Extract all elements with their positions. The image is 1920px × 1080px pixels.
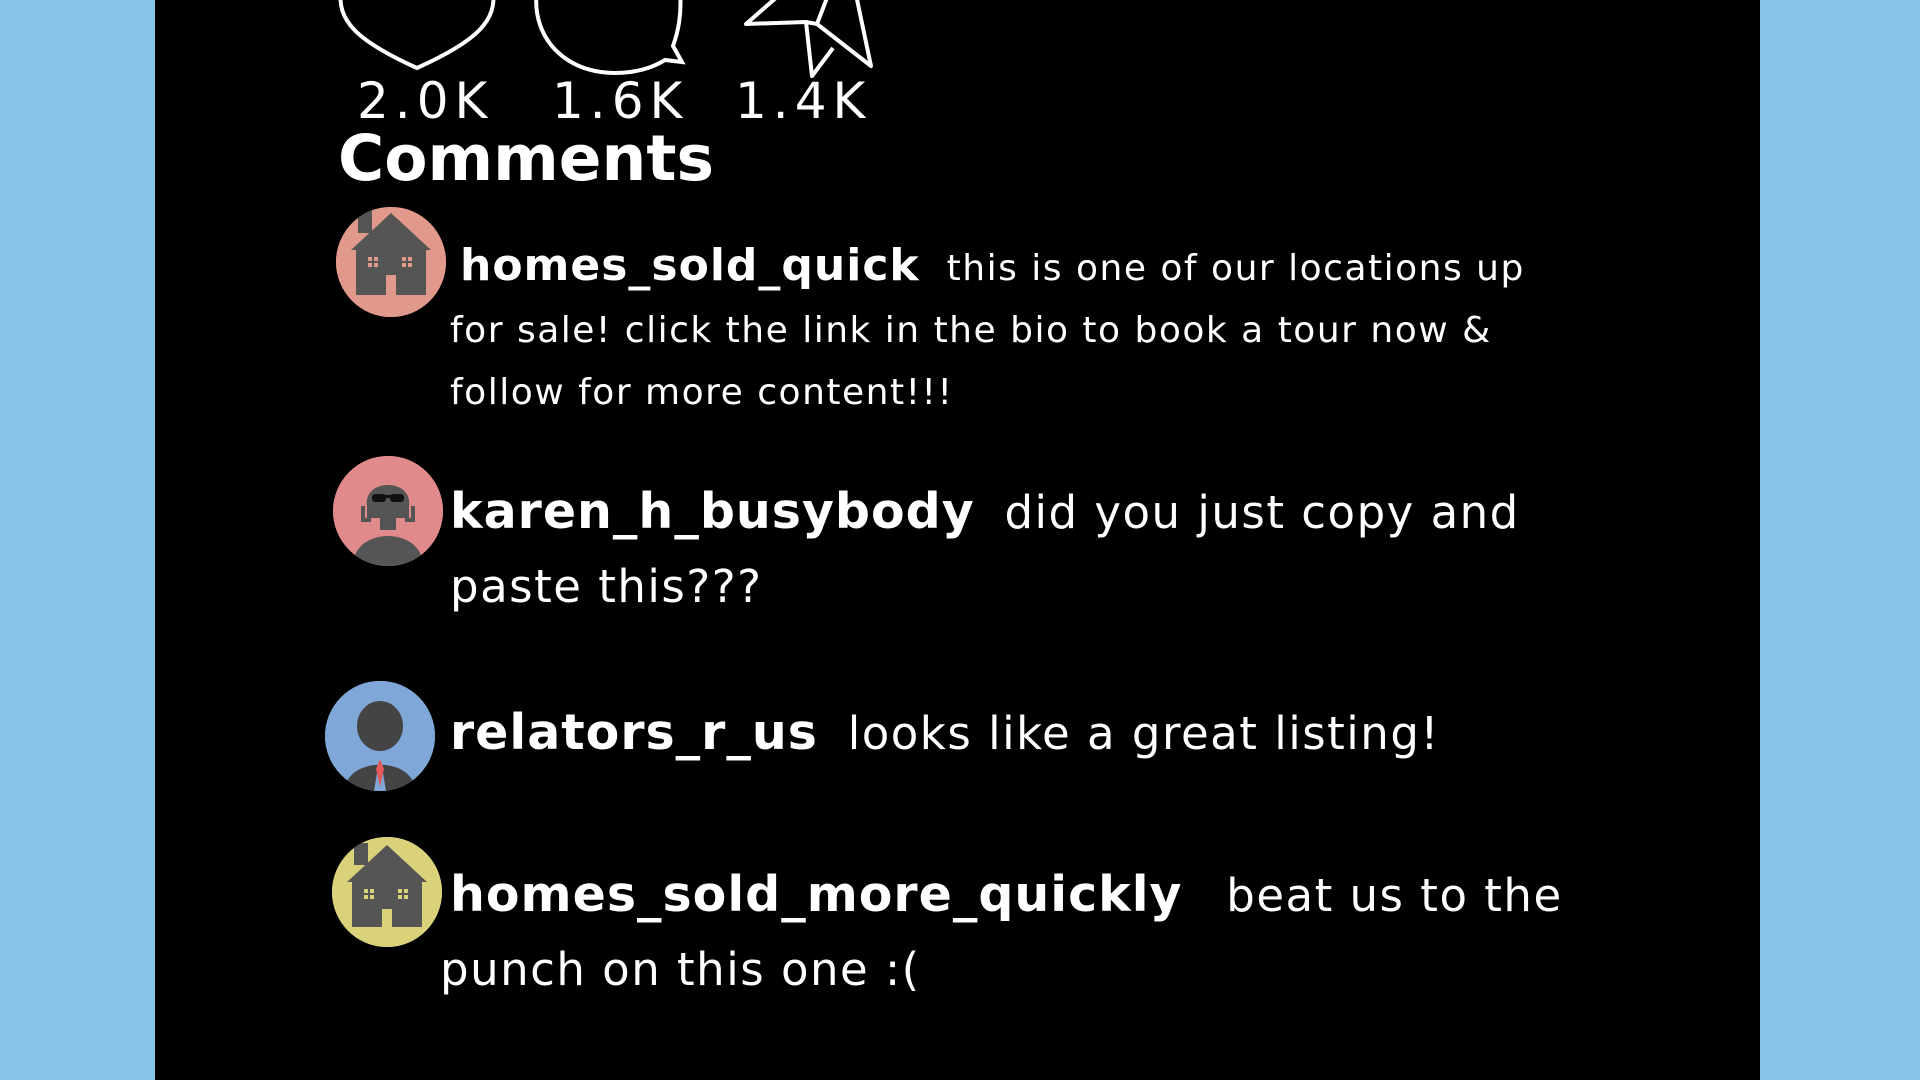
comment: homes_sold_quick this is one of our loca… [450,235,1580,424]
businessman-icon [325,681,435,791]
comment: homes_sold_more_quickly beat us to the p… [440,858,1610,1007]
comment-bubble-icon[interactable] [530,0,700,80]
comment-username[interactable]: homes_sold_quick [460,240,920,291]
like-action[interactable]: 2.0K [335,0,505,130]
comment-username[interactable]: homes_sold_more_quickly [450,866,1182,923]
comments-heading: Comments [338,122,715,195]
avatar[interactable] [333,456,443,566]
comment-action[interactable]: 1.6K [530,0,700,130]
comment-text: looks like a great listing! [847,707,1440,760]
comment-username[interactable]: karen_h_busybody [450,483,975,540]
share-arrow-icon[interactable] [715,0,915,80]
avatar[interactable] [336,207,446,317]
comment-username[interactable]: relators_r_us [450,704,818,761]
comment: karen_h_busybody did you just copy and p… [450,475,1600,624]
woman-sunglasses-icon [333,456,443,566]
house-icon [332,837,442,947]
share-count: 1.4K [735,72,872,130]
avatar[interactable] [332,837,442,947]
comment: relators_r_us looks like a great listing… [450,696,1600,771]
house-icon [336,207,446,317]
share-action[interactable]: 1.4K [715,0,915,130]
avatar[interactable] [325,681,435,791]
post-panel: 2.0K 1.6K 1.4K Comments homes_sold_quick… [155,0,1760,1080]
heart-icon[interactable] [335,0,505,75]
